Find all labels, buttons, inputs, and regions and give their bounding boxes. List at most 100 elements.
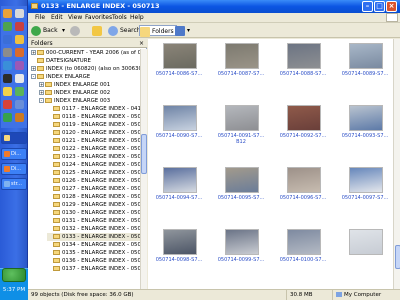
menu-help[interactable]: Help — [130, 14, 144, 22]
thumbnail-item[interactable]: 050714-0097-S7... — [336, 167, 394, 211]
thumbnail-label[interactable]: 050714-0090-S7... — [150, 133, 208, 139]
expand-icon[interactable]: + — [31, 50, 36, 55]
back-dropdown[interactable]: ▾ — [62, 25, 65, 36]
start-button[interactable] — [2, 268, 26, 282]
tree-item[interactable]: 0133 - ENLARGE INDEX - 050713 — [47, 233, 140, 241]
thumbnail-image[interactable] — [349, 43, 383, 69]
tree-item[interactable]: 0118 - ENLARGE INDEX - 050405 — [47, 113, 140, 121]
up-folder-button[interactable] — [92, 25, 104, 36]
folders-button[interactable]: Folders — [139, 25, 177, 37]
thumbnail-label[interactable]: 050714-0098-S7... — [150, 257, 208, 263]
thumbnail-image[interactable] — [225, 105, 259, 131]
thumbnail-item[interactable]: 050714-0087-S7... — [212, 43, 270, 87]
app-icon[interactable] — [3, 61, 12, 70]
thumbnail-item[interactable]: 050714-0093-S7... — [336, 105, 394, 149]
taskbar-button-explorer[interactable] — [1, 132, 27, 144]
app-icon[interactable] — [15, 87, 24, 96]
tree-item[interactable]: 0132 - ENLARGE INDEX - 050712 — [47, 225, 140, 233]
thumbnail-item[interactable]: 050714-0096-S7... — [274, 167, 332, 211]
tree-item[interactable]: 0119 - ENLARGE INDEX - 050526 — [47, 121, 140, 129]
app-icon[interactable] — [3, 48, 12, 57]
expand-icon[interactable]: + — [39, 82, 44, 87]
thumbnail-item[interactable]: 050714-0086-S7... — [150, 43, 208, 87]
app-icon[interactable] — [15, 113, 24, 122]
app-icon[interactable] — [3, 74, 12, 83]
taskbar-button[interactable]: Di... — [1, 163, 27, 175]
tree-item[interactable]: 0124 - ENLARGE INDEX - 050705 — [47, 161, 140, 169]
thumbnail-label[interactable]: 050714-0087-S7... — [212, 71, 270, 77]
app-icon[interactable] — [3, 87, 12, 96]
thumbnail-label[interactable]: 050714-0094-S7... — [150, 195, 208, 201]
tree-item[interactable]: 0125 - ENLARGE INDEX - 050706 — [47, 169, 140, 177]
forward-button[interactable] — [70, 25, 82, 36]
tree-item[interactable]: 0127 - ENLARGE INDEX - 050707 — [47, 185, 140, 193]
tree-item[interactable]: 0131 - ENLARGE INDEX - 050711 — [47, 217, 140, 225]
thumbnail-label[interactable]: 050714-0093-S7... — [336, 133, 394, 139]
scrollbar-thumb[interactable] — [395, 245, 400, 269]
thumbnail-image[interactable] — [163, 229, 197, 255]
thumbnail-item[interactable]: 050714-0089-S7... — [336, 43, 394, 87]
tree-item[interactable]: + INDEX ENLARGE 002 — [39, 89, 110, 97]
close-pane-button[interactable]: × — [138, 40, 145, 47]
tree-item[interactable]: 0136 - ENLARGE INDEX - 050731 — [47, 257, 140, 265]
maximize-button[interactable]: □ — [374, 1, 385, 12]
taskbar-button[interactable]: Di... — [1, 148, 27, 160]
tree-item[interactable]: 0126 - ENLARGE INDEX - 050707 — [47, 177, 140, 185]
tree-item[interactable]: 0134 - ENLARGE INDEX - 050714 — [47, 241, 140, 249]
app-icon[interactable] — [15, 35, 24, 44]
thumbnail-item[interactable]: 050714-0091-S7... B12 — [212, 105, 270, 149]
tree-item[interactable]: - INDEX ENLARGE — [31, 73, 90, 81]
expand-icon[interactable]: + — [39, 90, 44, 95]
thumbnail-image[interactable] — [287, 105, 321, 131]
tree-item[interactable]: 0121 - ENLARGE INDEX - 050701 — [47, 137, 140, 145]
tree-item[interactable]: 0137 - ENLARGE INDEX - 050805 — [47, 265, 140, 273]
thumbnail-item[interactable]: 050714-0090-S7... — [150, 105, 208, 149]
app-icon[interactable] — [3, 9, 12, 18]
thumbnail-image[interactable] — [349, 229, 383, 255]
thumbnail-item[interactable]: 050714-0100-S7... — [274, 229, 332, 273]
thumbnail-label[interactable]: 050714-0092-S7... — [274, 133, 332, 139]
back-button[interactable]: Back — [31, 25, 58, 36]
thumbnail-image[interactable] — [225, 229, 259, 255]
app-icon[interactable] — [15, 100, 24, 109]
thumbnail-image[interactable] — [163, 167, 197, 193]
taskbar-button[interactable]: str... — [1, 178, 27, 190]
tree-item[interactable]: - INDEX ENLARGE 003 — [39, 97, 110, 105]
tree-item[interactable]: 0122 - ENLARGE INDEX - 050702 — [47, 145, 140, 153]
tree-item[interactable]: 0128 - ENLARGE INDEX - 050708 — [47, 193, 140, 201]
thumbnail-item[interactable]: 050714-0088-S7... — [274, 43, 332, 87]
thumbnail-label[interactable]: 050714-0088-S7... — [274, 71, 332, 77]
app-icon[interactable] — [3, 35, 12, 44]
tree-item[interactable]: 0120 - ENLARGE INDEX - 050630 — [47, 129, 140, 137]
collapse-icon[interactable]: - — [31, 74, 36, 79]
tree-item[interactable]: 0135 - ENLARGE INDEX - 050715 — [47, 249, 140, 257]
thumbnail-label[interactable]: 050714-0086-S7... — [150, 71, 208, 77]
menu-tools[interactable]: Tools — [112, 14, 127, 22]
expand-icon[interactable]: + — [31, 66, 36, 71]
app-icon[interactable] — [15, 61, 24, 70]
app-icon[interactable] — [3, 100, 12, 109]
thumbnail-image[interactable] — [287, 43, 321, 69]
thumbnail-label[interactable]: 050714-0100-S7... — [274, 257, 332, 263]
views-button[interactable]: ▾ — [175, 25, 190, 36]
scrollbar-thumb[interactable] — [141, 134, 147, 174]
scrollbar[interactable] — [393, 39, 400, 289]
thumbnail-image[interactable] — [163, 43, 197, 69]
thumbnail-item[interactable]: 050714-0094-S7... — [150, 167, 208, 211]
thumbnail-image[interactable] — [225, 167, 259, 193]
collapse-icon[interactable]: - — [39, 98, 44, 103]
search-button[interactable]: Search — [108, 25, 141, 36]
app-icon[interactable] — [15, 22, 24, 31]
thumbnail-item[interactable]: 050714-0095-S7... — [212, 167, 270, 211]
thumbnail-item[interactable]: 050714-0099-S7... — [212, 229, 270, 273]
tree-item[interactable]: 0130 - ENLARGE INDEX - 050710 — [47, 209, 140, 217]
thumbnail-label[interactable]: 050714-0095-S7... — [212, 195, 270, 201]
app-icon[interactable] — [3, 113, 12, 122]
menu-view[interactable]: View — [68, 14, 82, 22]
thumbnail-label[interactable]: 050714-0097-S7... — [336, 195, 394, 201]
menu-file[interactable]: File — [35, 14, 45, 22]
minimize-button[interactable]: – — [362, 1, 373, 12]
thumbnail-item[interactable] — [336, 229, 394, 273]
thumbnail-image[interactable] — [287, 229, 321, 255]
thumbnail-label[interactable]: 050714-0089-S7... — [336, 71, 394, 77]
